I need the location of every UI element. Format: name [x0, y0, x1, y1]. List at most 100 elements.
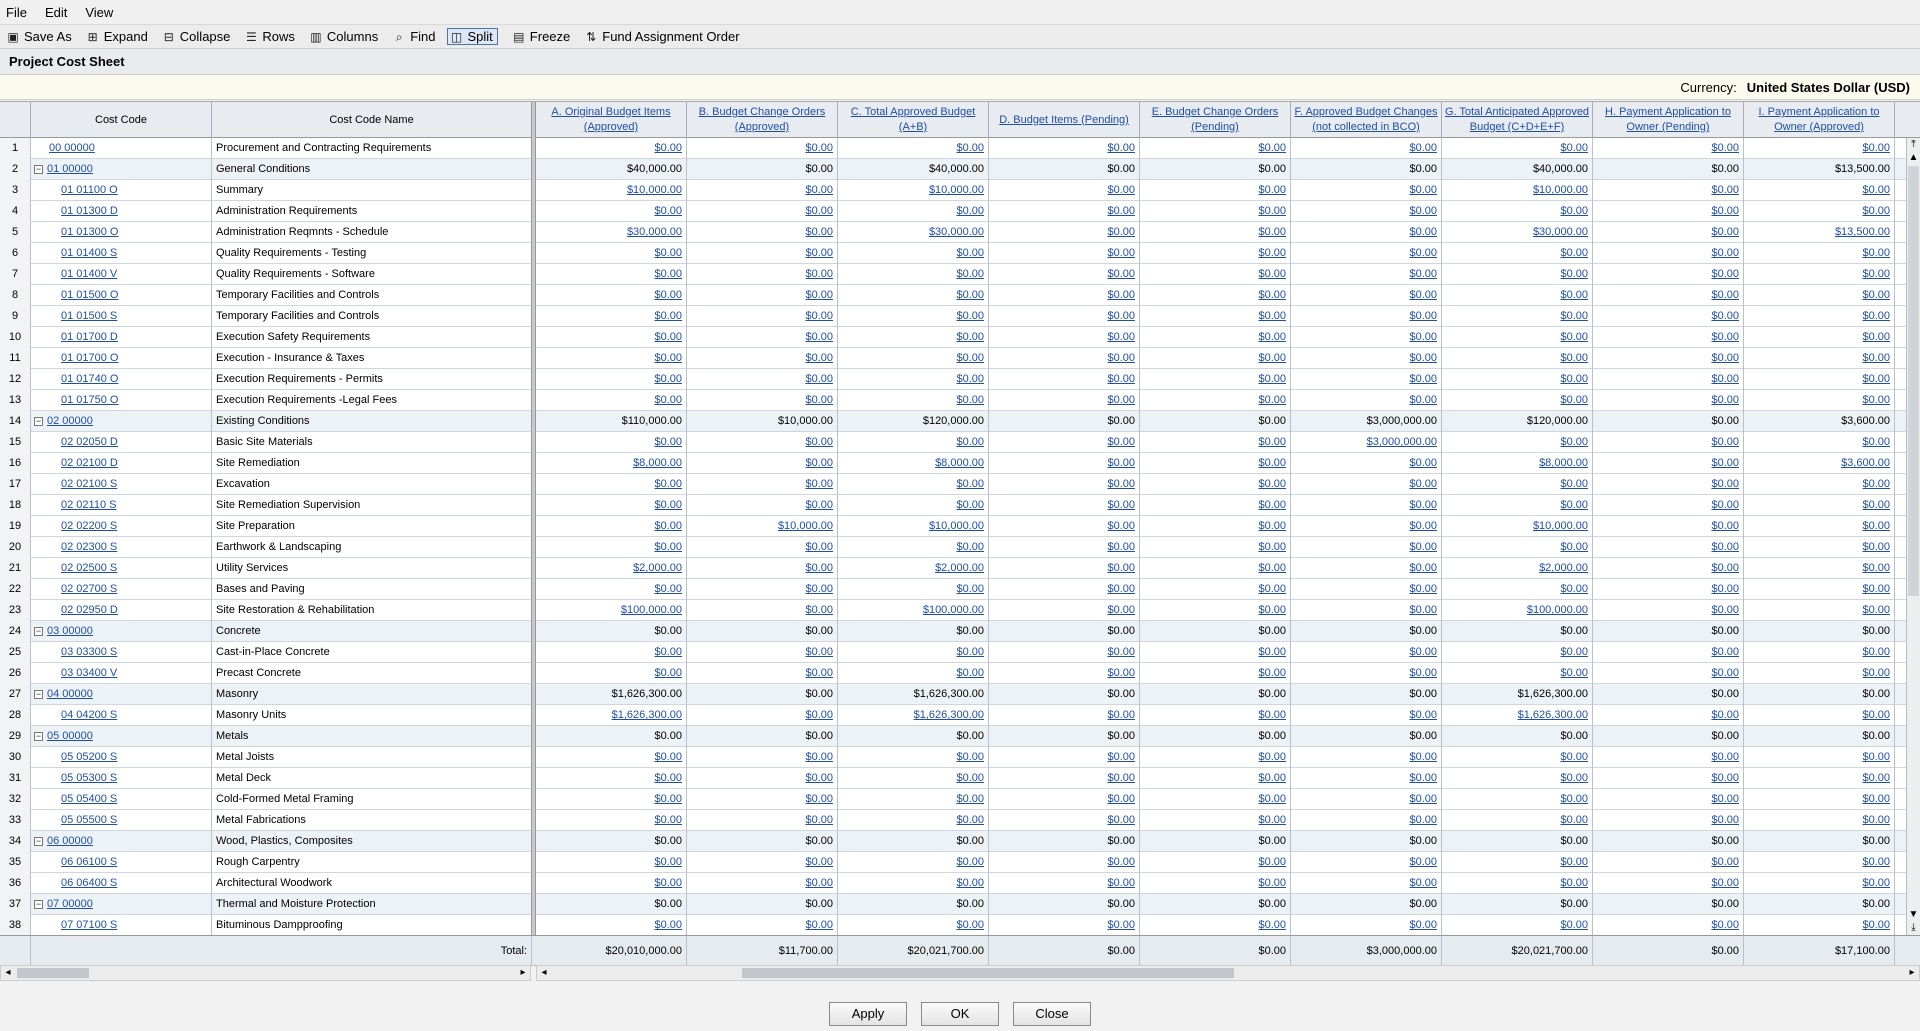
cost-code-link[interactable]: 01 01400 V	[31, 264, 212, 285]
amount-cell[interactable]: $0.00	[838, 768, 989, 789]
amount-cell[interactable]: $0.00	[536, 201, 687, 222]
amount-cell[interactable]: $0.00	[1442, 243, 1593, 264]
collapse-toggle-icon[interactable]: −	[34, 164, 43, 174]
left-horizontal-scrollbar[interactable]: ◂ ▸	[0, 965, 531, 981]
amount-cell[interactable]: $30,000.00	[1442, 222, 1593, 243]
amount-cell[interactable]: $0.00	[1744, 495, 1895, 516]
cost-code-link[interactable]: 01 01700 D	[31, 327, 212, 348]
cost-code-link[interactable]: 07 07100 S	[31, 915, 212, 935]
amount-cell[interactable]: $0.00	[1291, 789, 1442, 810]
toolbar-find-button[interactable]: ⌕ Find	[392, 29, 436, 44]
header-column-g[interactable]: G. Total Anticipated Approved Budget (C+…	[1442, 102, 1593, 138]
toolbar-split-button[interactable]: ◫ Split	[446, 28, 498, 45]
amount-cell[interactable]: $8,000.00	[536, 453, 687, 474]
amount-cell[interactable]: $0.00	[536, 264, 687, 285]
amount-cell[interactable]: $0.00	[1140, 285, 1291, 306]
collapse-toggle-icon[interactable]: −	[34, 836, 43, 846]
amount-cell[interactable]: $0.00	[1442, 138, 1593, 159]
amount-cell[interactable]: $0.00	[1442, 201, 1593, 222]
cost-code-link[interactable]: 05 05300 S	[31, 768, 212, 789]
amount-cell[interactable]: $0.00	[1140, 243, 1291, 264]
cost-code-link[interactable]: −06 00000	[31, 831, 212, 852]
amount-cell[interactable]: $0.00	[989, 747, 1140, 768]
amount-cell[interactable]: $0.00	[1140, 264, 1291, 285]
amount-cell[interactable]: $0.00	[1291, 474, 1442, 495]
scroll-up-icon[interactable]: ▲	[1907, 151, 1920, 165]
amount-cell[interactable]: $0.00	[838, 264, 989, 285]
amount-cell[interactable]: $0.00	[1140, 915, 1291, 935]
amount-cell[interactable]: $0.00	[989, 264, 1140, 285]
amount-cell[interactable]: $0.00	[1140, 432, 1291, 453]
amount-cell[interactable]: $0.00	[838, 390, 989, 411]
amount-cell[interactable]: $0.00	[1744, 306, 1895, 327]
header-column-h[interactable]: H. Payment Application to Owner (Pending…	[1593, 102, 1744, 138]
amount-cell[interactable]: $0.00	[838, 306, 989, 327]
apply-button[interactable]: Apply	[829, 1002, 907, 1026]
amount-cell[interactable]: $0.00	[1291, 537, 1442, 558]
collapse-toggle-icon[interactable]: −	[34, 731, 43, 741]
amount-cell[interactable]: $0.00	[687, 327, 838, 348]
amount-cell[interactable]: $0.00	[536, 789, 687, 810]
amount-cell[interactable]: $0.00	[536, 327, 687, 348]
amount-cell[interactable]: $8,000.00	[1442, 453, 1593, 474]
amount-cell[interactable]: $0.00	[687, 558, 838, 579]
amount-cell[interactable]: $0.00	[1291, 642, 1442, 663]
amount-cell[interactable]: $0.00	[989, 390, 1140, 411]
amount-cell[interactable]: $0.00	[989, 201, 1140, 222]
header-column-a[interactable]: A. Original Budget Items (Approved)	[536, 102, 687, 138]
amount-cell[interactable]: $0.00	[989, 138, 1140, 159]
amount-cell[interactable]: $0.00	[687, 579, 838, 600]
amount-cell[interactable]: $0.00	[687, 306, 838, 327]
toolbar-fund-assignment-order-button[interactable]: ⇅ Fund Assignment Order	[584, 29, 739, 44]
amount-cell[interactable]: $1,626,300.00	[536, 705, 687, 726]
cost-code-link[interactable]: 03 03400 V	[31, 663, 212, 684]
cost-code-link[interactable]: 02 02110 S	[31, 495, 212, 516]
amount-cell[interactable]: $0.00	[1140, 369, 1291, 390]
amount-cell[interactable]: $0.00	[989, 810, 1140, 831]
amount-cell[interactable]: $0.00	[1744, 747, 1895, 768]
amount-cell[interactable]: $0.00	[687, 138, 838, 159]
amount-cell[interactable]: $0.00	[838, 663, 989, 684]
amount-cell[interactable]: $0.00	[989, 873, 1140, 894]
amount-cell[interactable]: $0.00	[1442, 915, 1593, 935]
amount-cell[interactable]: $0.00	[1140, 663, 1291, 684]
header-column-c[interactable]: C. Total Approved Budget (A+B)	[838, 102, 989, 138]
amount-cell[interactable]: $0.00	[1744, 642, 1895, 663]
amount-cell[interactable]: $0.00	[536, 768, 687, 789]
amount-cell[interactable]: $0.00	[1744, 369, 1895, 390]
cost-code-link[interactable]: 02 02300 S	[31, 537, 212, 558]
header-column-e[interactable]: E. Budget Change Orders (Pending)	[1140, 102, 1291, 138]
amount-cell[interactable]: $0.00	[989, 306, 1140, 327]
scroll-left-icon[interactable]: ◂	[1, 966, 15, 980]
collapse-toggle-icon[interactable]: −	[34, 689, 43, 699]
amount-cell[interactable]: $0.00	[989, 243, 1140, 264]
amount-cell[interactable]: $10,000.00	[838, 516, 989, 537]
cost-code-link[interactable]: 02 02100 S	[31, 474, 212, 495]
cost-code-link[interactable]: 01 01300 D	[31, 201, 212, 222]
header-cost-code[interactable]: Cost Code	[31, 102, 212, 138]
amount-cell[interactable]: $0.00	[536, 306, 687, 327]
amount-cell[interactable]: $0.00	[1744, 600, 1895, 621]
amount-cell[interactable]: $0.00	[1442, 432, 1593, 453]
amount-cell[interactable]: $0.00	[687, 915, 838, 935]
amount-cell[interactable]: $0.00	[1291, 600, 1442, 621]
amount-cell[interactable]: $0.00	[1593, 369, 1744, 390]
amount-cell[interactable]: $0.00	[1291, 264, 1442, 285]
toolbar-expand-button[interactable]: ⊞ Expand	[86, 29, 148, 44]
amount-cell[interactable]: $0.00	[687, 222, 838, 243]
collapse-toggle-icon[interactable]: −	[34, 416, 43, 426]
amount-cell[interactable]: $0.00	[1291, 138, 1442, 159]
amount-cell[interactable]: $0.00	[536, 348, 687, 369]
amount-cell[interactable]: $0.00	[1140, 768, 1291, 789]
amount-cell[interactable]: $0.00	[687, 474, 838, 495]
amount-cell[interactable]: $0.00	[989, 579, 1140, 600]
amount-cell[interactable]: $0.00	[1140, 474, 1291, 495]
cost-code-link[interactable]: 02 02700 S	[31, 579, 212, 600]
amount-cell[interactable]: $0.00	[1291, 915, 1442, 935]
header-cost-code-name[interactable]: Cost Code Name	[212, 102, 532, 138]
amount-cell[interactable]: $0.00	[687, 852, 838, 873]
cost-code-link[interactable]: 06 06100 S	[31, 852, 212, 873]
amount-cell[interactable]: $0.00	[838, 810, 989, 831]
amount-cell[interactable]: $0.00	[1140, 810, 1291, 831]
amount-cell[interactable]: $0.00	[536, 474, 687, 495]
